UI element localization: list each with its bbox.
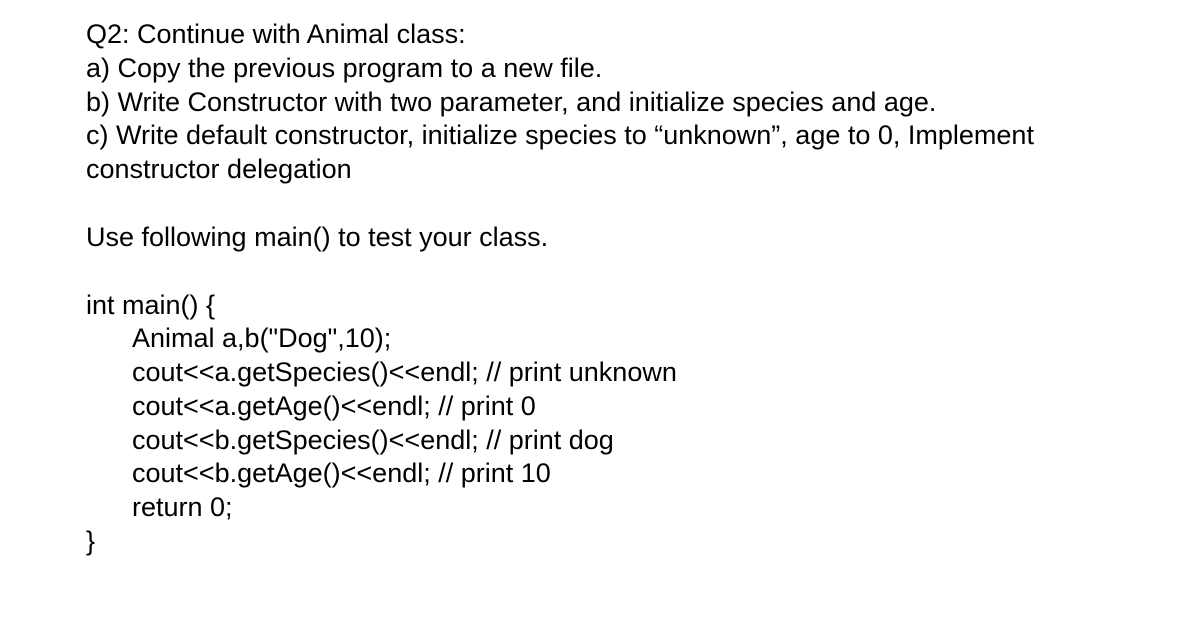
code-line: Animal a,b("Dog",10);: [86, 322, 1200, 356]
code-line: }: [86, 525, 1200, 559]
code-line: cout<<a.getAge()<<endl; // print 0: [86, 390, 1200, 424]
text-line: constructor delegation: [86, 153, 1200, 187]
code-line: cout<<b.getAge()<<endl; // print 10: [86, 457, 1200, 491]
code-line: int main() {: [86, 289, 1200, 323]
text-line: b) Write Constructor with two parameter,…: [86, 86, 1200, 120]
document-body: Q2: Continue with Animal class: a) Copy …: [0, 0, 1200, 559]
code-line: cout<<b.getSpecies()<<endl; // print dog: [86, 424, 1200, 458]
text-line: Use following main() to test your class.: [86, 221, 1200, 255]
text-line: a) Copy the previous program to a new fi…: [86, 52, 1200, 86]
code-line: return 0;: [86, 491, 1200, 525]
blank-line: [86, 255, 1200, 289]
code-line: cout<<a.getSpecies()<<endl; // print unk…: [86, 356, 1200, 390]
text-line: Q2: Continue with Animal class:: [86, 18, 1200, 52]
text-line: c) Write default constructor, initialize…: [86, 119, 1200, 153]
blank-line: [86, 187, 1200, 221]
